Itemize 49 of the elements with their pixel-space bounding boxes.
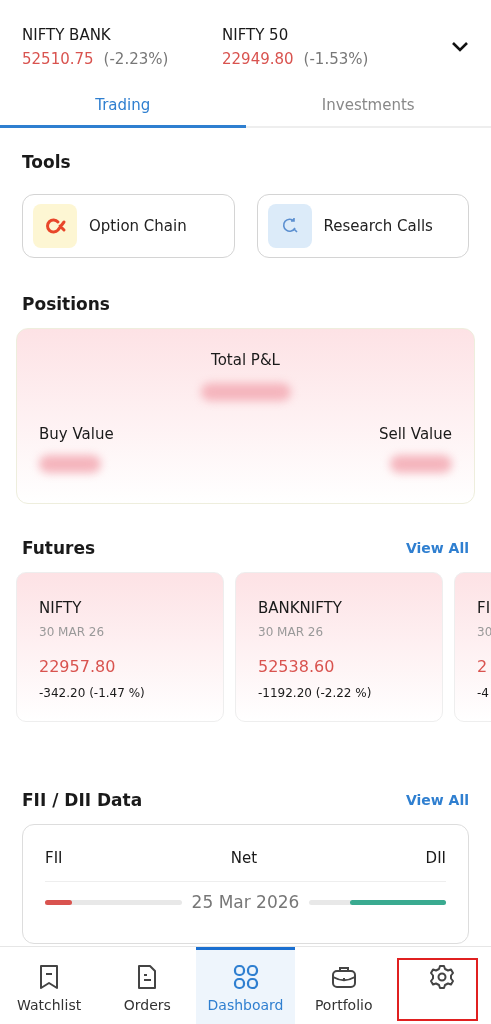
blurred-value [390, 455, 452, 473]
tool-button[interactable]: Research Calls [256, 194, 469, 258]
future-price: 2 [477, 657, 489, 676]
future-card[interactable]: FI 30 2 -4 [454, 572, 491, 722]
tab[interactable]: Investments [245, 86, 491, 128]
future-name: BANKNIFTY [258, 599, 343, 617]
settings-icon [428, 963, 455, 991]
refresh-icon [280, 217, 299, 235]
future-card[interactable]: BANKNIFTY 30 MAR 26 52538.60 -1192.20 (-2.22 %) [235, 572, 443, 722]
nav-item[interactable]: Watchlist [0, 947, 99, 1024]
grid-icon [232, 963, 259, 991]
index-name: NIFTY 50 [222, 26, 290, 44]
net-label: Net [230, 849, 258, 867]
sell-value-label: Sell Value [378, 425, 452, 443]
future-expiry: 30 MAR 26 [39, 625, 106, 639]
chevron-down-icon[interactable] [451, 41, 469, 53]
section-title: Futures [21, 538, 97, 558]
future-name: FI [477, 599, 491, 617]
date-label: 25 Mar 2026 [191, 892, 300, 912]
section-title: Positions [21, 294, 111, 314]
fii-label: FII [45, 849, 63, 867]
index-change: (-1.53%) [303, 50, 369, 68]
future-expiry: 30 [477, 625, 491, 639]
future-price: 22957.80 [39, 657, 117, 676]
future-change: -1192.20 (-2.22 %) [258, 686, 373, 700]
section-title: Tools [21, 152, 72, 172]
index-value: 22949.80 [222, 50, 294, 68]
dii-label: DII [425, 849, 446, 867]
buy-value-label: Buy Value [39, 425, 114, 443]
tool-button[interactable]: Option Chain [22, 194, 235, 258]
future-change: -4 [477, 686, 490, 700]
tab[interactable]: Trading [0, 86, 246, 128]
section-title: FII / DII Data [21, 790, 144, 810]
future-expiry: 30 MAR 26 [258, 625, 325, 639]
nav-item[interactable]: Portfolio [294, 947, 393, 1024]
nav-item[interactable]: Orders [98, 947, 197, 1024]
blurred-value [39, 455, 101, 473]
index-change: (-2.23%) [103, 50, 169, 68]
index-name: NIFTY BANK [22, 26, 112, 44]
total-pnl-label: Total P&L [210, 351, 281, 369]
future-change: -342.20 (-1.47 %) [39, 686, 146, 700]
view-all-link[interactable]: View All [405, 540, 469, 556]
index-value: 52510.75 [22, 50, 94, 68]
nav-item[interactable]: Dashboard [196, 947, 295, 1024]
option-chain-icon [43, 217, 67, 235]
future-price: 52538.60 [258, 657, 336, 676]
future-name: NIFTY [39, 599, 83, 617]
future-card[interactable]: NIFTY 30 MAR 26 22957.80 -342.20 (-1.47 %) [16, 572, 224, 722]
view-all-link[interactable]: View All [405, 792, 469, 808]
